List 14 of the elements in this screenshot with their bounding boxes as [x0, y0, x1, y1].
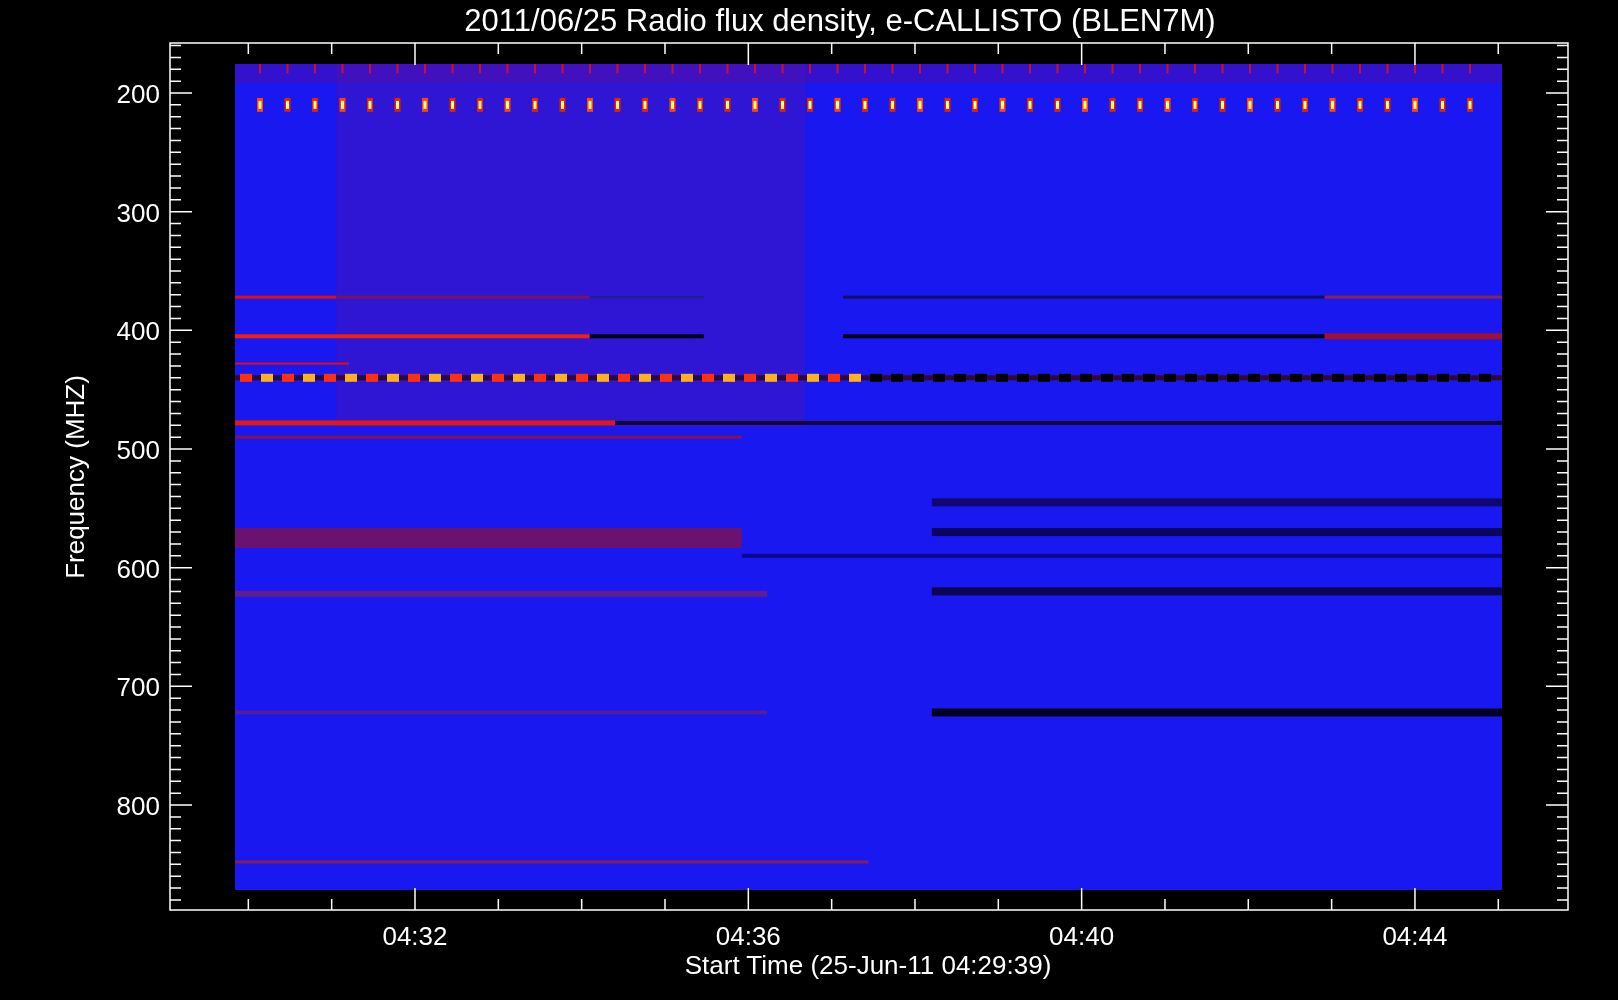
y-tick-label: 700 — [116, 672, 160, 703]
y-tick-label: 400 — [116, 316, 160, 347]
y-tick-label: 500 — [116, 435, 160, 465]
y-tick-label: 200 — [116, 79, 160, 109]
chart-title: 2011/06/25 Radio flux density, e-CALLISTO (BLEN7M) — [464, 3, 1216, 38]
y-tick-label: 600 — [116, 553, 160, 584]
y-tick-label: 300 — [116, 197, 160, 228]
y-axis-title: Frequency (MHZ) — [60, 375, 90, 579]
y-tick-label: 800 — [116, 791, 160, 821]
x-tick-label: 04:32 — [382, 921, 448, 951]
x-axis-title: Start Time (25-Jun-11 04:29:39) — [684, 950, 1052, 980]
x-tick-label: 04:40 — [1049, 921, 1115, 951]
x-tick-label: 04:36 — [715, 921, 781, 951]
x-tick-label: 04:44 — [1382, 921, 1448, 951]
